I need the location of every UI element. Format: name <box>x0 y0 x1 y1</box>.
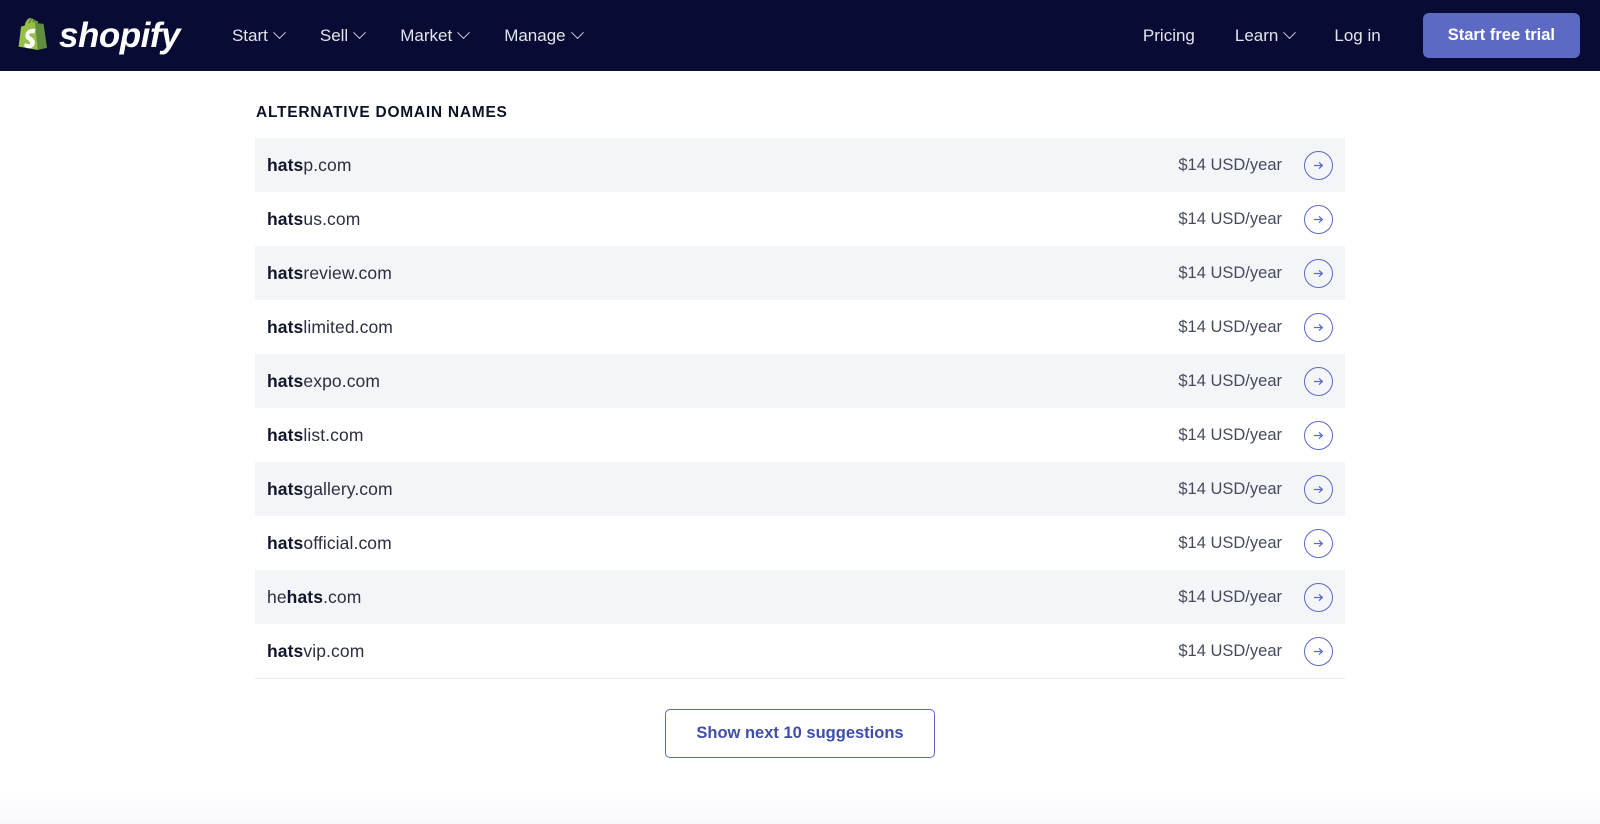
arrow-right-icon <box>1312 375 1325 388</box>
domain-name: hatsus.com <box>267 209 1178 230</box>
select-domain-button[interactable] <box>1304 151 1333 180</box>
nav-item-learn-label: Learn <box>1235 26 1278 46</box>
nav-item-sell-label: Sell <box>320 26 348 46</box>
shopify-wordmark: shopify <box>59 18 180 53</box>
domain-price: $14 USD/year <box>1178 534 1282 553</box>
domain-price: $14 USD/year <box>1178 318 1282 337</box>
table-row[interactable]: hatsp.com$14 USD/year <box>255 138 1345 192</box>
show-next-suggestions-button[interactable]: Show next 10 suggestions <box>665 709 934 758</box>
page-title: ALTERNATIVE DOMAIN NAMES <box>255 71 1345 138</box>
domain-price: $14 USD/year <box>1178 372 1282 391</box>
show-more-container: Show next 10 suggestions <box>255 679 1345 758</box>
table-row[interactable]: hatsus.com$14 USD/year <box>255 192 1345 246</box>
select-domain-button[interactable] <box>1304 205 1333 234</box>
domain-name: hatsgallery.com <box>267 479 1178 500</box>
arrow-right-icon <box>1312 591 1325 604</box>
arrow-right-icon <box>1312 645 1325 658</box>
domain-price: $14 USD/year <box>1178 264 1282 283</box>
table-row[interactable]: hatslist.com$14 USD/year <box>255 408 1345 462</box>
arrow-right-icon <box>1312 537 1325 550</box>
select-domain-button[interactable] <box>1304 529 1333 558</box>
arrow-right-icon <box>1312 267 1325 280</box>
nav-item-market-label: Market <box>400 26 452 46</box>
top-navigation-bar: shopify Start Sell Market Manage Pricing… <box>0 0 1600 71</box>
domain-price: $14 USD/year <box>1178 426 1282 445</box>
start-free-trial-button[interactable]: Start free trial <box>1423 13 1580 58</box>
table-row[interactable]: hatsreview.com$14 USD/year <box>255 246 1345 300</box>
nav-item-login[interactable]: Log in <box>1314 18 1400 54</box>
table-row[interactable]: hatsofficial.com$14 USD/year <box>255 516 1345 570</box>
arrow-right-icon <box>1312 159 1325 172</box>
domain-price: $14 USD/year <box>1178 210 1282 229</box>
domain-price: $14 USD/year <box>1178 642 1282 661</box>
domain-suggestions-page: ALTERNATIVE DOMAIN NAMES hatsp.com$14 US… <box>0 71 1600 758</box>
shopify-bag-icon <box>16 17 50 55</box>
select-domain-button[interactable] <box>1304 637 1333 666</box>
domain-name: hatsofficial.com <box>267 533 1178 554</box>
arrow-right-icon <box>1312 429 1325 442</box>
chevron-down-icon <box>571 26 584 39</box>
domain-name: hatsp.com <box>267 155 1178 176</box>
nav-item-manage[interactable]: Manage <box>486 18 599 54</box>
table-row[interactable]: hatslimited.com$14 USD/year <box>255 300 1345 354</box>
domain-name: hatslimited.com <box>267 317 1178 338</box>
arrow-right-icon <box>1312 483 1325 496</box>
select-domain-button[interactable] <box>1304 475 1333 504</box>
select-domain-button[interactable] <box>1304 259 1333 288</box>
nav-item-pricing-label: Pricing <box>1143 26 1195 46</box>
domain-suggestions-list: hatsp.com$14 USD/yearhatsus.com$14 USD/y… <box>255 138 1345 679</box>
chevron-down-icon <box>353 26 366 39</box>
content-container: ALTERNATIVE DOMAIN NAMES hatsp.com$14 US… <box>255 71 1345 758</box>
domain-price: $14 USD/year <box>1178 480 1282 499</box>
select-domain-button[interactable] <box>1304 367 1333 396</box>
table-row[interactable]: hatsvip.com$14 USD/year <box>255 624 1345 678</box>
secondary-nav-links: Pricing Learn Log in Start free trial <box>1123 13 1588 58</box>
footer-section-band <box>0 790 1600 824</box>
domain-name: hatsexpo.com <box>267 371 1178 392</box>
chevron-down-icon <box>1284 26 1297 39</box>
nav-item-pricing[interactable]: Pricing <box>1123 18 1215 54</box>
domain-name: hehats.com <box>267 587 1178 608</box>
shopify-logo-link[interactable]: shopify <box>14 17 180 55</box>
domain-name: hatslist.com <box>267 425 1178 446</box>
nav-item-learn[interactable]: Learn <box>1215 18 1314 54</box>
select-domain-button[interactable] <box>1304 313 1333 342</box>
domain-name: hatsreview.com <box>267 263 1178 284</box>
chevron-down-icon <box>273 26 286 39</box>
domain-price: $14 USD/year <box>1178 156 1282 175</box>
chevron-down-icon <box>457 26 470 39</box>
nav-item-sell[interactable]: Sell <box>302 18 382 54</box>
nav-item-market[interactable]: Market <box>382 18 486 54</box>
domain-price: $14 USD/year <box>1178 588 1282 607</box>
select-domain-button[interactable] <box>1304 583 1333 612</box>
domain-name: hatsvip.com <box>267 641 1178 662</box>
table-row[interactable]: hatsgallery.com$14 USD/year <box>255 462 1345 516</box>
arrow-right-icon <box>1312 213 1325 226</box>
nav-item-start[interactable]: Start <box>214 18 302 54</box>
nav-item-manage-label: Manage <box>504 26 565 46</box>
nav-item-login-label: Log in <box>1334 26 1380 46</box>
table-row[interactable]: hehats.com$14 USD/year <box>255 570 1345 624</box>
primary-nav-links: Start Sell Market Manage <box>214 18 600 54</box>
arrow-right-icon <box>1312 321 1325 334</box>
page-body: ALTERNATIVE DOMAIN NAMES hatsp.com$14 US… <box>0 71 1600 824</box>
nav-item-start-label: Start <box>232 26 268 46</box>
select-domain-button[interactable] <box>1304 421 1333 450</box>
table-row[interactable]: hatsexpo.com$14 USD/year <box>255 354 1345 408</box>
